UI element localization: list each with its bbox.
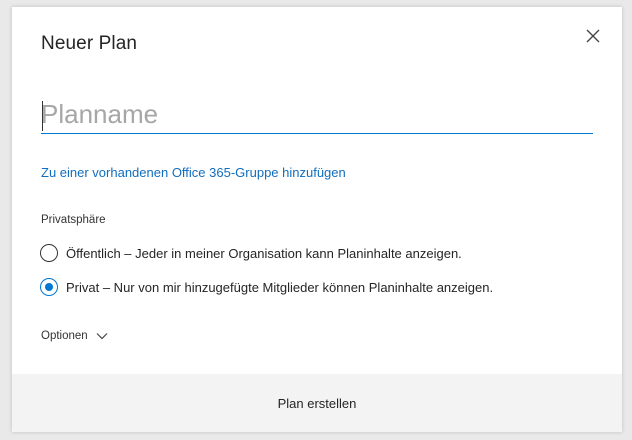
privacy-option-private[interactable]: Privat – Nur von mir hinzugefügte Mitgli…	[40, 278, 493, 296]
close-button[interactable]	[582, 25, 604, 47]
radio-private[interactable]	[40, 278, 58, 296]
radio-public[interactable]	[40, 244, 58, 262]
privacy-label: Privatsphäre	[41, 214, 106, 226]
create-plan-button[interactable]: Plan erstellen	[12, 374, 622, 432]
options-toggle[interactable]: Optionen	[41, 330, 108, 342]
add-to-group-link[interactable]: Zu einer vorhandenen Office 365-Gruppe h…	[41, 165, 346, 180]
dialog-footer: Plan erstellen	[12, 374, 622, 432]
chevron-down-icon	[96, 333, 108, 340]
close-icon	[586, 29, 600, 43]
plan-name-input[interactable]	[41, 95, 593, 133]
privacy-option-public[interactable]: Öffentlich – Jeder in meiner Organisatio…	[40, 244, 462, 262]
plan-name-field	[41, 95, 593, 134]
radio-public-label: Öffentlich – Jeder in meiner Organisatio…	[66, 245, 462, 261]
radio-private-label: Privat – Nur von mir hinzugefügte Mitgli…	[66, 279, 494, 295]
text-caret	[42, 101, 43, 131]
dialog-title: Neuer Plan	[41, 33, 138, 54]
new-plan-dialog: Neuer Plan Zu einer vorhandenen Office 3…	[12, 7, 622, 432]
options-label: Optionen	[41, 330, 88, 342]
